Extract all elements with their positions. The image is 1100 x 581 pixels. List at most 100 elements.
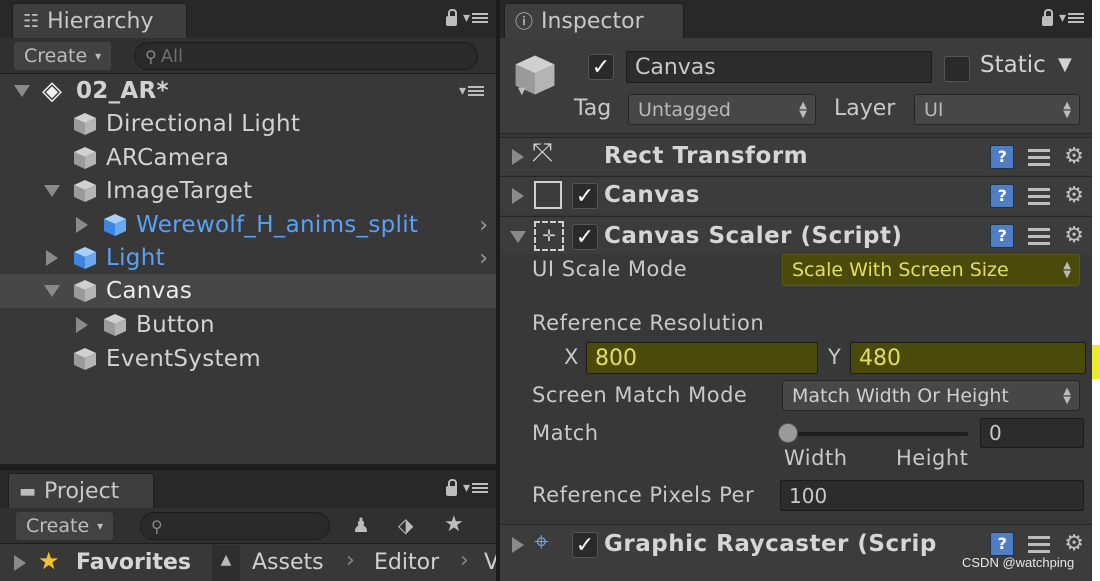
collapse-arrow-icon[interactable] xyxy=(512,188,524,204)
breadcrumb-next[interactable]: V xyxy=(484,550,496,575)
gameobject-cube-icon xyxy=(72,178,98,204)
screen-match-mode-dropdown[interactable]: Match Width Or Height ▲ ▼ xyxy=(782,380,1080,411)
component-graphic-raycaster[interactable]: ⌖ ✓ Graphic Raycaster (Scrip ? ⚙ xyxy=(500,524,1092,581)
object-name-field[interactable]: Canvas xyxy=(626,51,932,83)
gameobject-cube-icon xyxy=(102,312,128,338)
tag-dropdown[interactable]: Untagged ▲ ▼ xyxy=(628,94,816,125)
layer-dropdown[interactable]: UI ▲ ▼ xyxy=(914,94,1080,125)
collapse-arrow-icon[interactable] xyxy=(512,149,524,165)
filter-by-label-icon[interactable]: ⬗ xyxy=(398,513,413,537)
match-value: 0 xyxy=(989,421,1002,445)
prefab-cube-icon xyxy=(72,245,98,271)
hierarchy-create-button[interactable]: Create ▾ xyxy=(14,42,112,70)
graphic-raycaster-icon: ⌖ xyxy=(534,527,549,557)
collapse-arrow-icon[interactable] xyxy=(76,317,88,333)
component-rect-transform[interactable]: ⤧ Rect Transform ? ⚙ xyxy=(500,137,1092,175)
ref-resolution-y-field[interactable]: 480 xyxy=(850,342,1086,374)
component-enabled-checkbox[interactable]: ✓ xyxy=(572,224,598,250)
updown-arrows-icon: ▲ ▼ xyxy=(1063,385,1071,406)
project-search-input[interactable]: ⚲ xyxy=(140,512,330,540)
help-icon[interactable]: ? xyxy=(990,531,1015,556)
ref-pixels-field[interactable]: 100 xyxy=(780,480,1084,511)
breadcrumb-editor[interactable]: Editor xyxy=(374,550,439,575)
canvas-component-icon xyxy=(534,181,562,209)
panel-menu-icon[interactable]: ▾ xyxy=(463,10,488,26)
gear-icon[interactable]: ⚙ xyxy=(1064,144,1084,169)
ui-scale-mode-label: UI Scale Mode xyxy=(532,257,688,281)
lock-icon[interactable] xyxy=(1041,9,1053,26)
match-value-field[interactable]: 0 xyxy=(980,418,1084,448)
presets-icon[interactable] xyxy=(1028,534,1051,554)
hierarchy-search-input[interactable]: ⚲ All xyxy=(134,42,478,70)
help-icon[interactable]: ? xyxy=(990,144,1015,169)
component-enabled-checkbox[interactable]: ✓ xyxy=(572,532,598,558)
static-dropdown-icon[interactable]: ▼ xyxy=(1058,54,1072,75)
component-enabled-checkbox[interactable]: ✓ xyxy=(572,183,598,209)
collapse-arrow-icon[interactable] xyxy=(76,217,88,233)
tab-hierarchy[interactable]: ☷ Hierarchy xyxy=(12,3,187,38)
scene-row[interactable]: ◈ 02_AR* ▾ xyxy=(0,74,496,108)
hierarchy-item-eventsystem[interactable]: EventSystem xyxy=(0,342,496,376)
tab-inspector[interactable]: ⓘ Inspector xyxy=(504,3,684,38)
hierarchy-item-light[interactable]: Light › xyxy=(0,241,496,275)
item-label: Light xyxy=(106,245,165,271)
scroll-up-icon[interactable]: ▲ xyxy=(212,545,240,581)
component-canvas[interactable]: ✓ Canvas ? ⚙ xyxy=(500,176,1092,214)
presets-icon[interactable] xyxy=(1028,147,1051,167)
ui-scale-mode-dropdown[interactable]: Scale With Screen Size ▲ ▼ xyxy=(782,254,1080,286)
hierarchy-item-werewolf[interactable]: Werewolf_H_anims_split › xyxy=(0,208,496,242)
expand-arrow-icon[interactable] xyxy=(44,285,60,297)
expand-arrow-icon[interactable] xyxy=(510,231,526,243)
expand-arrow-icon[interactable] xyxy=(44,185,60,197)
presets-icon[interactable] xyxy=(1028,186,1051,206)
gear-icon[interactable]: ⚙ xyxy=(1064,183,1084,208)
help-icon[interactable]: ? xyxy=(990,223,1015,248)
ref-pixels-label: Reference Pixels Per xyxy=(532,483,755,507)
favorite-star-icon[interactable]: ★ xyxy=(444,512,464,537)
help-icon[interactable]: ? xyxy=(990,183,1015,208)
presets-icon[interactable] xyxy=(1028,226,1051,246)
layer-value: UI xyxy=(924,98,944,121)
item-label: ARCamera xyxy=(106,145,230,171)
component-header-icons: ? ⚙ xyxy=(990,144,1084,169)
hierarchy-item-arcamera[interactable]: ARCamera xyxy=(0,141,496,175)
inspector-tab-controls: ▾ xyxy=(1041,9,1084,26)
layer-label: Layer xyxy=(834,96,896,121)
project-tab-controls: ▾ xyxy=(445,479,488,496)
item-label: EventSystem xyxy=(106,346,261,372)
collapse-arrow-icon[interactable] xyxy=(46,250,58,266)
static-checkbox[interactable]: ✓ xyxy=(944,56,970,82)
favorites-label[interactable]: Favorites xyxy=(76,550,191,575)
project-toolbar: Create ▾ ⚲ ♟ ⬗ ★ xyxy=(0,508,496,544)
panel-menu-icon[interactable]: ▾ xyxy=(463,480,488,496)
panel-menu-icon[interactable]: ▾ xyxy=(1059,10,1084,26)
match-slider-track[interactable] xyxy=(788,432,968,436)
breadcrumb-assets[interactable]: Assets xyxy=(252,550,324,575)
unity-logo-icon: ◈ xyxy=(42,76,62,106)
filter-by-type-icon[interactable]: ♟ xyxy=(352,513,370,537)
expand-arrow-icon[interactable] xyxy=(14,85,30,97)
hierarchy-item-imagetarget[interactable]: ImageTarget xyxy=(0,174,496,208)
ref-resolution-x-field[interactable]: 800 xyxy=(586,342,818,374)
scene-menu-icon[interactable]: ▾ xyxy=(459,83,484,99)
search-icon: ⚲ xyxy=(151,516,163,536)
collapse-arrow-icon[interactable] xyxy=(512,537,524,553)
chevron-right-icon[interactable]: › xyxy=(479,213,488,238)
match-slider-handle[interactable] xyxy=(778,423,798,443)
gear-icon[interactable]: ⚙ xyxy=(1064,223,1084,248)
hierarchy-item-button[interactable]: Button xyxy=(0,308,496,342)
lock-icon[interactable] xyxy=(445,9,457,26)
project-create-button[interactable]: Create ▾ xyxy=(16,512,114,540)
hierarchy-item-directional-light[interactable]: Directional Light xyxy=(0,107,496,141)
tab-project[interactable]: ▬ Project xyxy=(8,473,154,508)
hierarchy-item-canvas[interactable]: Canvas xyxy=(0,274,496,308)
hierarchy-tab-controls: ▾ xyxy=(445,9,488,26)
lock-icon[interactable] xyxy=(445,479,457,496)
collapse-arrow-icon[interactable] xyxy=(14,555,26,571)
create-label: Create xyxy=(24,45,88,67)
gear-icon[interactable]: ⚙ xyxy=(1064,531,1084,556)
tab-hierarchy-label: Hierarchy xyxy=(47,8,154,34)
component-canvas-scaler[interactable]: ✛ ✓ Canvas Scaler (Script) ? ⚙ xyxy=(500,216,1092,254)
active-checkbox[interactable]: ✓ xyxy=(588,54,614,80)
chevron-right-icon[interactable]: › xyxy=(479,246,488,271)
